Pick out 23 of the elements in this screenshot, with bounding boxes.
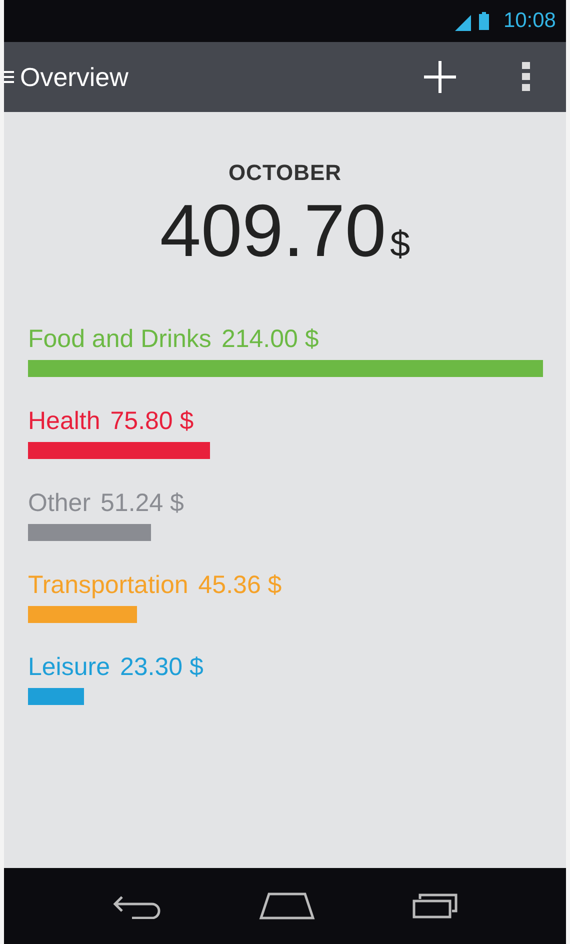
month-label: OCTOBER [228,160,342,186]
category-amount: 214.00 $ [221,325,319,354]
back-icon[interactable] [112,893,162,919]
recent-apps-icon[interactable] [412,893,458,919]
clock: 10:08 [503,9,556,33]
menu-icon [4,70,14,84]
category-name: Food and Drinks [28,325,212,354]
battery-icon [479,12,490,30]
overflow-menu-icon[interactable] [522,62,530,92]
category-name: Other [28,489,91,518]
category-amount: 75.80 $ [110,407,194,436]
category-name: Transportation [28,571,188,600]
add-icon[interactable] [422,59,458,95]
home-icon[interactable] [258,892,315,920]
home-button[interactable]: Overview [4,54,132,100]
category-name: Leisure [28,653,110,682]
category-name: Health [28,407,100,436]
category-amount: 51.24 $ [100,489,184,518]
category-amount: 23.30 $ [120,653,204,682]
signal-icon [455,15,472,31]
category-amount: 45.36 $ [198,571,282,600]
currency-symbol: $ [390,223,410,265]
total-amount: 409.70 [160,188,386,273]
